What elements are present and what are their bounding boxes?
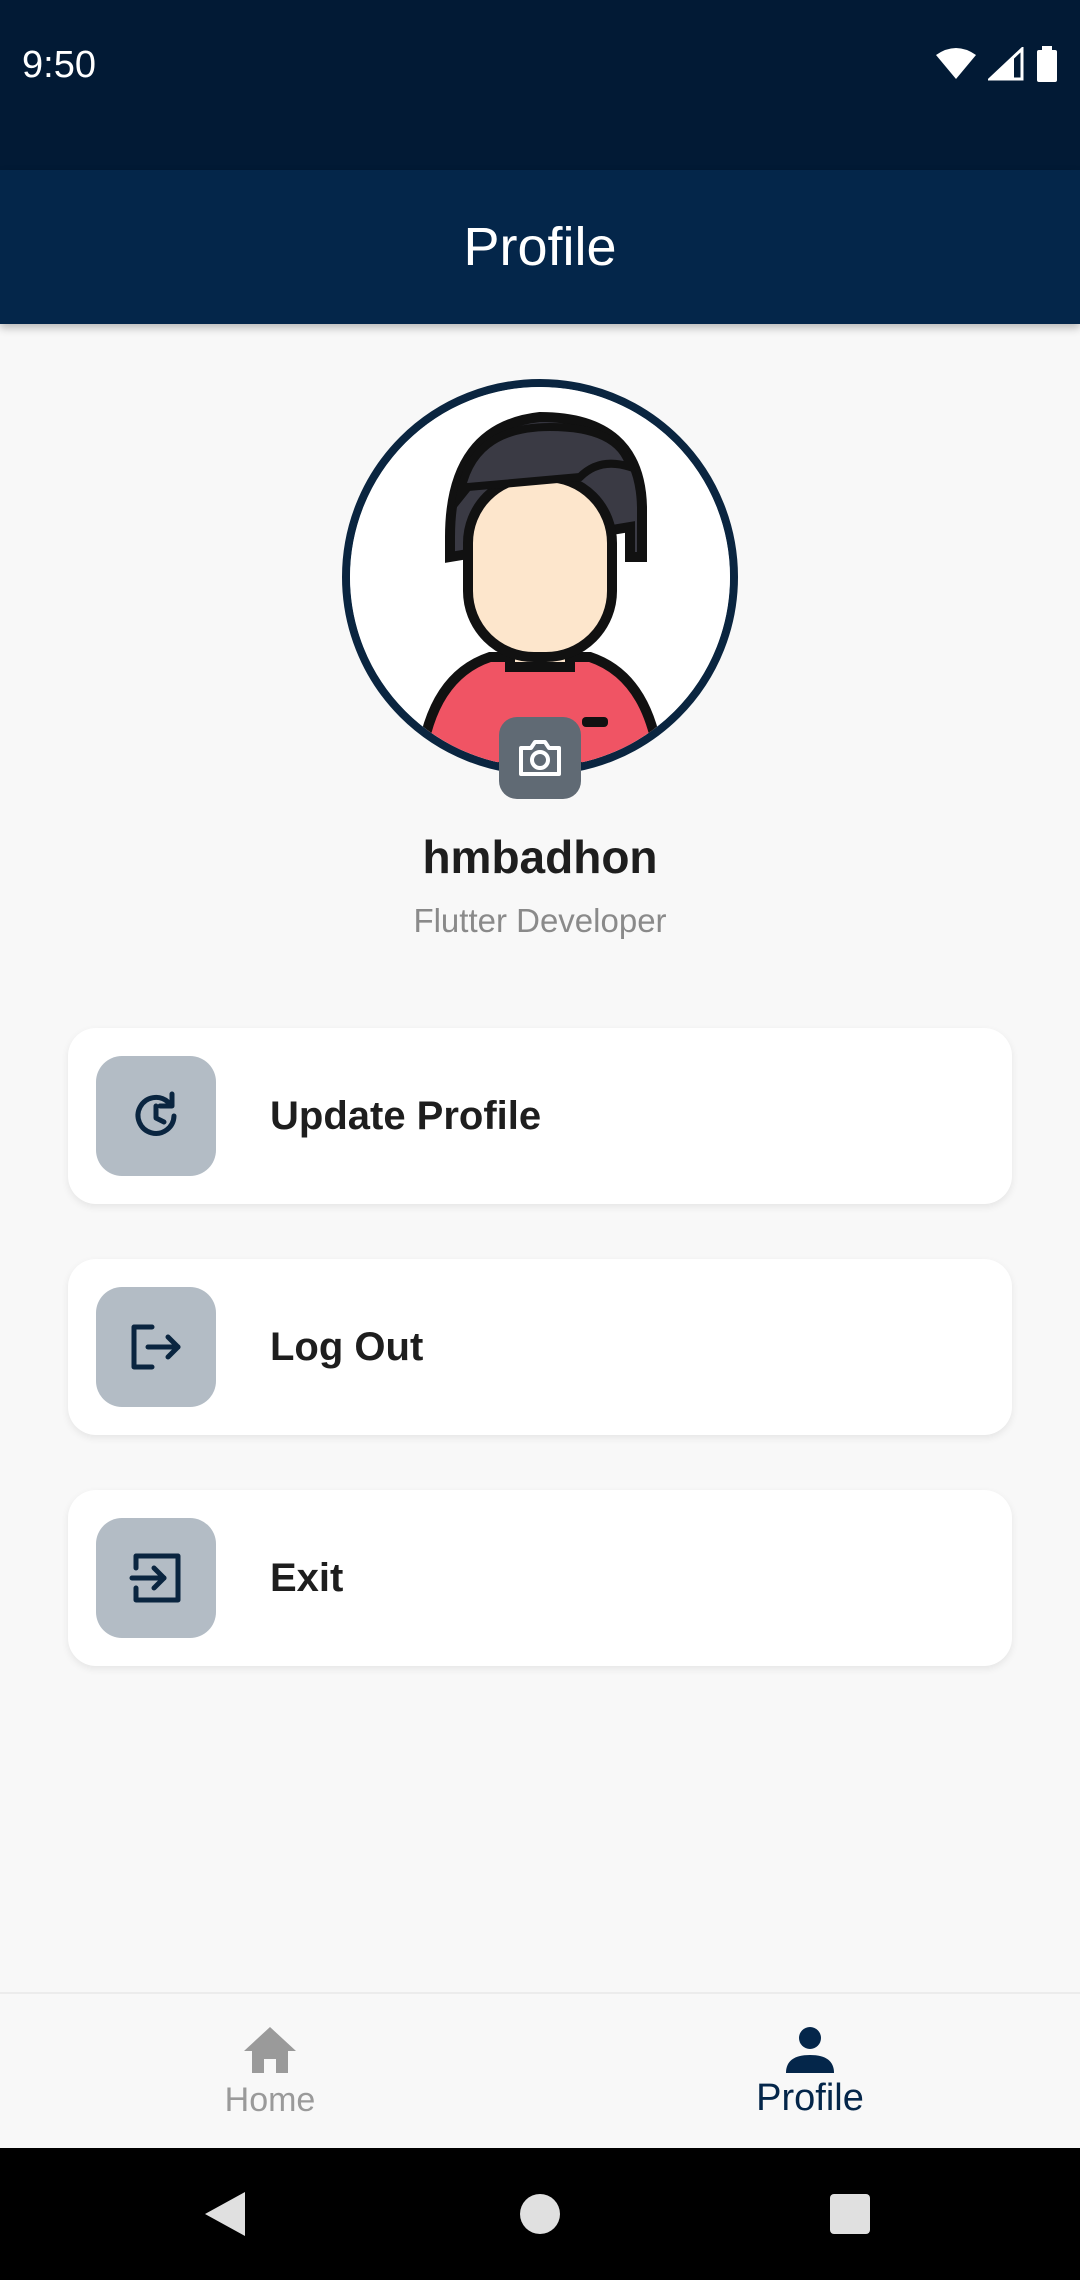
wifi-icon — [936, 48, 976, 79]
home-circle-icon[interactable] — [518, 2192, 562, 2236]
recents-icon[interactable] — [828, 2192, 872, 2236]
nav-label-profile: Profile — [756, 2076, 864, 2119]
avatar-container — [342, 379, 738, 799]
user-name: hmbadhon — [422, 831, 658, 883]
camera-icon — [519, 740, 561, 776]
log-out-button[interactable]: Log Out — [68, 1259, 1012, 1435]
battery-icon — [1037, 46, 1057, 82]
app-bar: Profile — [0, 170, 1080, 324]
exit-icon — [129, 1553, 181, 1603]
update-icon — [135, 1091, 177, 1136]
page-title: Profile — [463, 217, 617, 277]
exit-button[interactable]: Exit — [68, 1490, 1012, 1666]
update-icon-box — [96, 1056, 216, 1176]
system-navigation-bar — [0, 2148, 1080, 2280]
nav-item-home[interactable]: Home — [0, 1994, 540, 2150]
menu-label-update-profile: Update Profile — [270, 1093, 542, 1138]
nav-item-profile[interactable]: Profile — [540, 1994, 1080, 2150]
bottom-navigation: Home Profile — [0, 1992, 1080, 2148]
logout-icon — [131, 1324, 181, 1370]
status-time: 9:50 — [22, 44, 96, 86]
exit-icon-box — [96, 1518, 216, 1638]
back-icon[interactable] — [203, 2190, 247, 2238]
update-profile-button[interactable]: Update Profile — [68, 1028, 1012, 1204]
logout-icon-box — [96, 1287, 216, 1407]
home-icon — [244, 2026, 296, 2073]
change-photo-button[interactable] — [499, 717, 581, 799]
user-role: Flutter Developer — [413, 902, 667, 939]
avatar-illustration — [350, 387, 730, 767]
person-icon — [786, 2026, 834, 2073]
nav-label-home: Home — [224, 2080, 316, 2119]
status-icons — [936, 46, 1058, 82]
status-bar: 9:50 — [0, 0, 1080, 170]
signal-icon — [988, 47, 1024, 81]
menu-label-exit: Exit — [270, 1555, 344, 1600]
avatar — [342, 379, 738, 775]
menu-label-log-out: Log Out — [270, 1324, 424, 1369]
